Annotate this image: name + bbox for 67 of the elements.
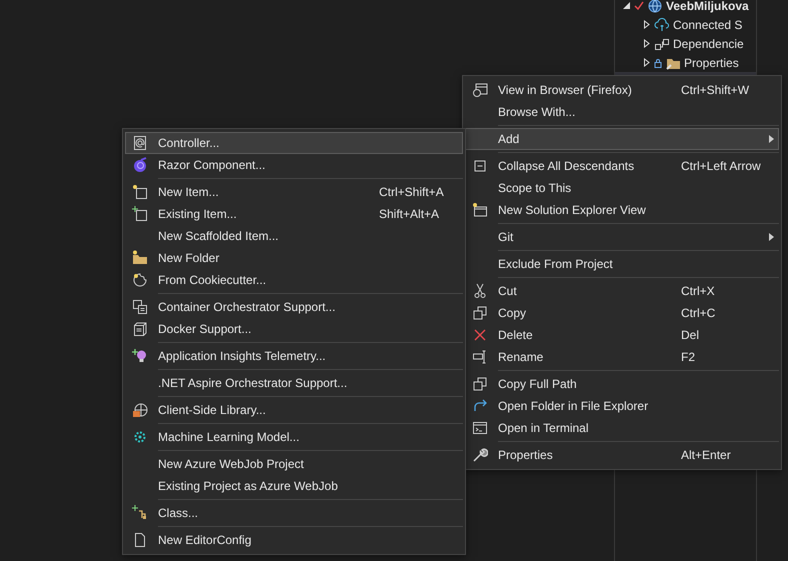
browser-window-icon [472, 82, 488, 98]
menu-item[interactable]: Machine Learning Model... [125, 426, 463, 448]
tree-item-label[interactable]: Properties [684, 56, 739, 70]
expander-icon[interactable] [643, 58, 651, 67]
menu-item[interactable]: Open Folder in File Explorer [465, 395, 779, 417]
tree-item-label[interactable]: Dependencie [673, 36, 744, 50]
tree-item-label[interactable]: VeebMiljukova [666, 0, 749, 12]
menu-item[interactable]: Properties Alt+Enter [465, 444, 779, 466]
delete-icon [472, 327, 488, 343]
menu-item[interactable]: Class... [125, 502, 463, 524]
globe-icon [647, 0, 663, 14]
menu-item[interactable]: Scope to This [465, 177, 779, 199]
menu-item[interactable]: Copy Full Path [465, 373, 779, 395]
rename-icon [472, 349, 488, 365]
copy-icon [472, 376, 488, 392]
menu-item[interactable]: New Folder [125, 247, 463, 269]
gear-icon [132, 429, 148, 445]
menu-item[interactable]: New Scaffolded Item... [125, 225, 463, 247]
cloud-plug-icon [654, 16, 670, 32]
menu-item[interactable]: Collapse All Descendants Ctrl+Left Arrow [465, 155, 779, 177]
menu-item[interactable]: Git [465, 226, 779, 248]
new-item-icon [132, 184, 148, 200]
menu-item[interactable]: Razor Component... [125, 154, 463, 176]
menu-item[interactable]: Exclude From Project [465, 253, 779, 275]
menu-item[interactable]: Copy Ctrl+C [465, 302, 779, 324]
menu-item[interactable]: New EditorConfig [125, 529, 463, 551]
add-item-icon [132, 206, 148, 222]
menu-item[interactable]: Cut Ctrl+X [465, 280, 779, 302]
curved-arrow-icon [472, 398, 488, 414]
menu-item[interactable]: Add [465, 128, 779, 150]
new-window-icon [472, 202, 488, 218]
menu-item[interactable]: Application Insights Telemetry... [125, 345, 463, 367]
copy-icon [472, 305, 488, 321]
menu-item[interactable]: Existing Item... Shift+Alt+A [125, 203, 463, 225]
menu-item[interactable]: New Azure WebJob Project [125, 453, 463, 475]
blank-file-icon [132, 532, 148, 548]
menu-item[interactable]: .NET Aspire Orchestrator Support... [125, 372, 463, 394]
menu-item[interactable]: Client-Side Library... [125, 399, 463, 421]
menu-item[interactable]: Rename F2 [465, 346, 779, 368]
expander-icon[interactable] [643, 20, 651, 29]
menu-item[interactable]: New Solution Explorer View [465, 199, 779, 221]
menu-item[interactable]: Existing Project as Azure WebJob [125, 475, 463, 497]
expander-icon[interactable] [643, 39, 651, 48]
menu-item[interactable]: New Item... Ctrl+Shift+A [125, 181, 463, 203]
at-sign-document-icon [132, 135, 148, 151]
menu-item[interactable]: Browse With... [465, 101, 779, 123]
checkmark-icon [634, 0, 644, 10]
menu-item[interactable]: From Cookiecutter... [125, 269, 463, 291]
menu-item[interactable]: Container Orchestrator Support... [125, 296, 463, 318]
containers-icon [132, 299, 148, 315]
menu-item[interactable]: Delete Del [465, 324, 779, 346]
menu-item[interactable]: View in Browser (Firefox) Ctrl+Shift+W [465, 79, 779, 101]
lightbulb-icon [132, 348, 148, 364]
scissors-icon [472, 283, 488, 299]
menu-item[interactable]: Open in Terminal [465, 417, 779, 439]
menu-item[interactable]: Docker Support... [125, 318, 463, 340]
new-folder-icon [132, 250, 148, 266]
collapse-icon [472, 158, 488, 174]
expander-icon[interactable] [623, 1, 631, 10]
menu-item[interactable]: Controller... [125, 132, 463, 154]
terminal-icon [472, 420, 488, 436]
lock-icon [654, 58, 662, 68]
globe-library-icon [132, 402, 148, 418]
wrench-icon [472, 447, 488, 463]
tree-item-label[interactable]: Connected S [673, 18, 742, 32]
class-diagram-icon [132, 505, 148, 521]
cube-icon [132, 321, 148, 337]
